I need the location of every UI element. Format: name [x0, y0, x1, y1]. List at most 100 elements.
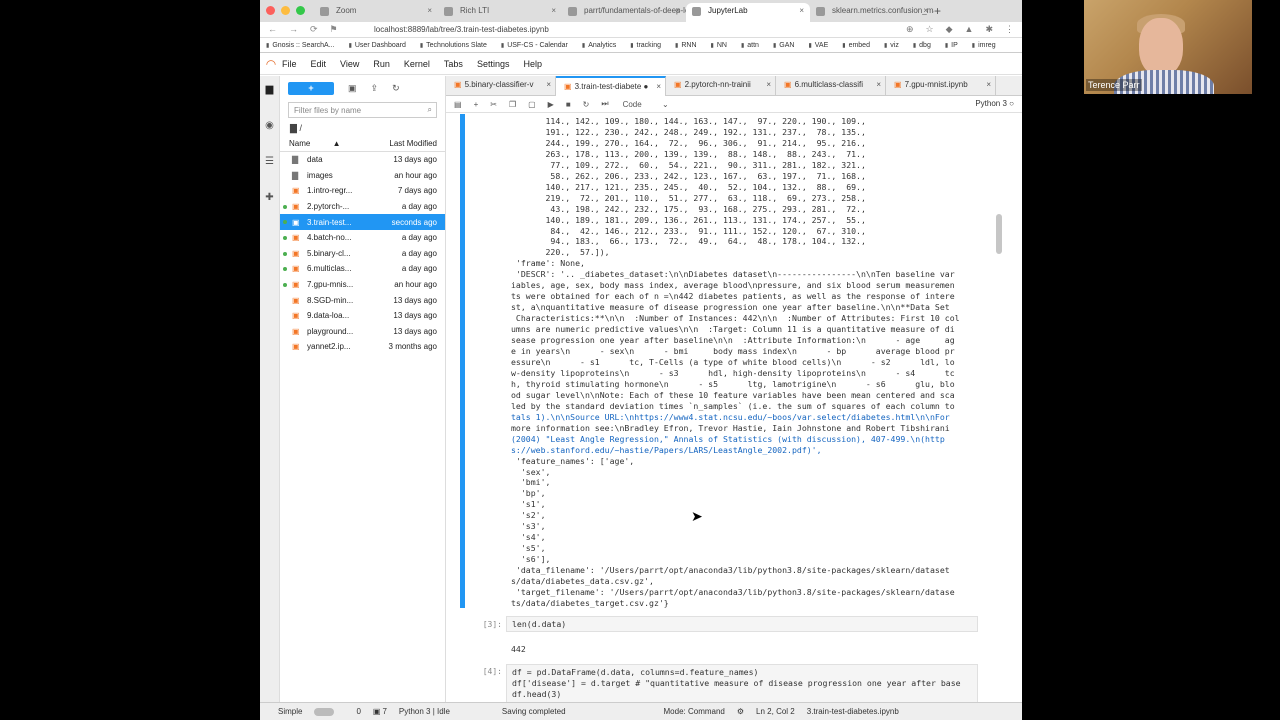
folder-icon[interactable]: ▆: [260, 76, 279, 112]
menu-run[interactable]: Run: [373, 59, 390, 69]
new-folder-icon[interactable]: ▣: [348, 83, 357, 94]
reload-icon[interactable]: ⟳: [310, 24, 318, 35]
stop-icon[interactable]: ■: [566, 100, 571, 109]
close-tab-icon[interactable]: ×: [986, 80, 991, 89]
running-icon[interactable]: ◉: [260, 112, 279, 148]
kernel-indicator[interactable]: Python 3 ○: [975, 99, 1014, 108]
close-tab-icon[interactable]: ×: [551, 6, 556, 15]
file-row[interactable]: ▣ 9.data-loa... 13 days ago: [280, 308, 445, 324]
menu-help[interactable]: Help: [523, 59, 542, 69]
file-row[interactable]: ▣ 4.batch-no... a day ago: [280, 230, 445, 246]
new-launcher-button[interactable]: +: [288, 81, 334, 95]
minimize-window-icon[interactable]: [281, 6, 290, 15]
zoom-icon[interactable]: ⊕: [906, 24, 914, 35]
notebook-tab[interactable]: 7.gpu-mnist.ipynb ×: [886, 76, 996, 96]
extension-icon[interactable]: ▲: [965, 24, 974, 35]
file-row[interactable]: ▣ yannet2.ip... 3 months ago: [280, 339, 445, 355]
file-row[interactable]: ▣ 3.train-test... seconds ago: [280, 214, 445, 230]
name-column-header[interactable]: Name ▲: [289, 139, 384, 148]
close-tab-icon[interactable]: ×: [656, 82, 661, 91]
file-row[interactable]: ▣ 5.binary-cl... a day ago: [280, 246, 445, 262]
file-row[interactable]: ▣ 2.pytorch-... a day ago: [280, 199, 445, 215]
extensions-icon[interactable]: ✚: [260, 184, 279, 220]
browser-tab[interactable]: Zoom ×: [314, 3, 438, 22]
close-tab-icon[interactable]: ×: [876, 80, 881, 89]
bookmark-item[interactable]: embed: [842, 42, 870, 49]
close-tab-icon[interactable]: ×: [766, 80, 771, 89]
close-tab-icon[interactable]: ×: [546, 80, 551, 89]
bookmark-item[interactable]: attn: [741, 42, 759, 49]
menu-tabs[interactable]: Tabs: [444, 59, 463, 69]
bookmark-item[interactable]: VAE: [808, 42, 829, 49]
file-row[interactable]: ▇ images an hour ago: [280, 168, 445, 184]
cursor-position[interactable]: Ln 2, Col 2: [756, 707, 795, 716]
brave-shield-icon[interactable]: ◆: [946, 24, 953, 35]
menu-view[interactable]: View: [340, 59, 359, 69]
close-tab-icon[interactable]: ×: [675, 6, 680, 15]
bookmark-item[interactable]: GAN: [773, 42, 794, 49]
breadcrumb-root[interactable]: /: [299, 123, 302, 133]
notebook-tab[interactable]: 5.binary-classifier-v ×: [446, 76, 556, 96]
back-icon[interactable]: ←: [268, 24, 277, 35]
file-row[interactable]: ▣ 1.intro-regr... 7 days ago: [280, 183, 445, 199]
cell-4-input[interactable]: df = pd.DataFrame(d.data, columns=d.feat…: [506, 664, 978, 702]
commands-icon[interactable]: ☰: [260, 148, 279, 184]
upload-icon[interactable]: ⇪: [371, 83, 379, 94]
restart-icon[interactable]: ↻: [583, 100, 590, 109]
paste-icon[interactable]: ▢: [528, 100, 536, 109]
bookmark-item[interactable]: imreg: [972, 42, 996, 49]
bookmark-item[interactable]: dbg: [913, 42, 931, 49]
url-text[interactable]: localhost:8889/lab/tree/3.train-test-dia…: [374, 25, 549, 34]
browser-tab[interactable]: sklearn.metrics.confusion_matrix×: [810, 3, 934, 22]
notebook-tab[interactable]: 6.multiclass-classifi ×: [776, 76, 886, 96]
last-modified-column-header[interactable]: Last Modified: [389, 139, 445, 148]
bookmark-item[interactable]: viz: [884, 42, 899, 49]
bookmark-item[interactable]: User Dashboard: [349, 42, 406, 49]
bookmark-icon[interactable]: ⚑: [330, 24, 338, 35]
browser-tab[interactable]: JupyterLab ×: [686, 3, 810, 22]
file-row[interactable]: ▣ 6.multiclas... a day ago: [280, 261, 445, 277]
run-icon[interactable]: ▶: [548, 100, 554, 109]
bookmark-item[interactable]: RNN: [675, 42, 696, 49]
browser-tab[interactable]: Rich LTI ×: [438, 3, 562, 22]
notebook-scrollbar[interactable]: [996, 114, 1002, 702]
refresh-icon[interactable]: ↻: [392, 83, 400, 94]
cut-icon[interactable]: ✂: [490, 100, 497, 109]
save-icon[interactable]: ▤: [454, 100, 462, 109]
close-tab-icon[interactable]: ×: [799, 6, 804, 15]
forward-icon[interactable]: →: [289, 24, 298, 35]
menu-kernel[interactable]: Kernel: [404, 59, 430, 69]
bookmark-item[interactable]: Analytics: [582, 42, 616, 49]
puzzle-icon[interactable]: ✱: [985, 24, 993, 35]
breadcrumb[interactable]: ▇ /: [280, 120, 445, 136]
cell-type-select[interactable]: Code ⌄: [623, 100, 673, 109]
maximize-window-icon[interactable]: [296, 6, 305, 15]
bookmark-item[interactable]: tracking: [630, 42, 662, 49]
bookmark-item[interactable]: Gnosis :: SearchA...: [266, 42, 334, 49]
close-window-icon[interactable]: [266, 6, 275, 15]
file-row[interactable]: ▣ 8.SGD-min... 13 days ago: [280, 292, 445, 308]
notebook-tab[interactable]: 2.pytorch-nn-trainii ×: [666, 76, 776, 96]
close-tab-icon[interactable]: ×: [923, 6, 928, 15]
star-icon[interactable]: ☆: [926, 24, 934, 35]
filter-files-input[interactable]: Filter files by name ⌕: [288, 102, 437, 118]
bookmark-item[interactable]: IP: [945, 42, 958, 49]
menu-settings[interactable]: Settings: [477, 59, 510, 69]
menu-icon[interactable]: ⋮: [1005, 24, 1014, 35]
scrollbar-thumb[interactable]: [996, 214, 1002, 254]
fast-forward-icon[interactable]: ⏭: [601, 99, 608, 109]
file-row[interactable]: ▣ playground... 13 days ago: [280, 324, 445, 340]
terminal-count[interactable]: 0: [356, 707, 360, 716]
kernel-count[interactable]: 7: [382, 707, 386, 716]
insert-cell-icon[interactable]: +: [474, 100, 479, 109]
menu-edit[interactable]: Edit: [311, 59, 327, 69]
menu-file[interactable]: File: [282, 59, 297, 69]
bookmark-item[interactable]: NN: [711, 42, 727, 49]
settings-icon[interactable]: ⚙: [737, 707, 744, 716]
file-row[interactable]: ▇ data 13 days ago: [280, 152, 445, 168]
browser-tab[interactable]: parrt/fundamentals-of-deep-learn×: [562, 3, 686, 22]
cell-3-input[interactable]: len(d.data): [506, 616, 978, 632]
simple-mode-toggle[interactable]: [314, 707, 335, 716]
copy-icon[interactable]: ❐: [509, 100, 516, 109]
file-row[interactable]: ▣ 7.gpu-mnis... an hour ago: [280, 277, 445, 293]
